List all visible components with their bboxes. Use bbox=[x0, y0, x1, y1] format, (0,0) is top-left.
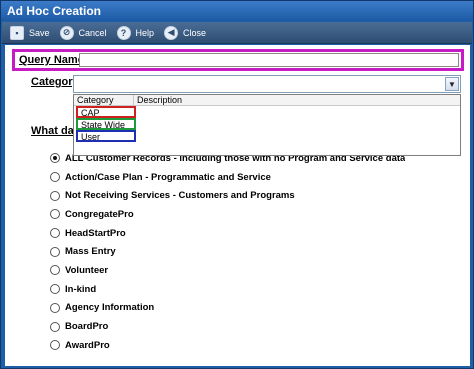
option-volunteer[interactable]: Volunteer bbox=[50, 261, 405, 280]
option-label: Not Receiving Services - Customers and P… bbox=[65, 190, 295, 202]
cancel-label: Cancel bbox=[78, 27, 107, 38]
help-label: Help bbox=[135, 27, 155, 38]
dropdown-item-state-wide[interactable]: State Wide bbox=[76, 118, 136, 130]
query-name-input[interactable] bbox=[79, 53, 459, 67]
option-label: In-kind bbox=[65, 283, 97, 295]
radio-all-customer-records[interactable] bbox=[50, 153, 60, 164]
radio-awardpro[interactable] bbox=[50, 340, 60, 351]
option-action-case-plan[interactable]: Action/Case Plan - Programmatic and Serv… bbox=[50, 168, 405, 187]
radio-boardpro[interactable] bbox=[50, 321, 60, 332]
data-source-options: ALL Customer Records - including those w… bbox=[50, 149, 405, 355]
option-headstartpro[interactable]: HeadStartPro bbox=[50, 224, 405, 243]
dropdown-item-user[interactable]: User bbox=[76, 130, 136, 142]
option-agency-information[interactable]: Agency Information bbox=[50, 299, 405, 318]
radio-congregatepro[interactable] bbox=[50, 209, 60, 220]
radio-volunteer[interactable] bbox=[50, 265, 60, 276]
option-in-kind[interactable]: In-kind bbox=[50, 280, 405, 299]
save-icon: ▪ bbox=[10, 25, 24, 40]
window-title: Ad Hoc Creation bbox=[1, 1, 473, 21]
radio-in-kind[interactable] bbox=[50, 284, 60, 295]
close-arrow-icon: ◀ bbox=[164, 25, 179, 40]
category-dropdown-list: Category Description CAP State Wide User bbox=[73, 94, 461, 156]
radio-mass-entry[interactable] bbox=[50, 246, 60, 257]
option-label: CongregatePro bbox=[65, 208, 134, 220]
option-label: AwardPro bbox=[65, 339, 110, 351]
radio-agency-information[interactable] bbox=[50, 302, 60, 313]
option-awardpro[interactable]: AwardPro bbox=[50, 336, 405, 355]
radio-action-case-plan[interactable] bbox=[50, 172, 60, 183]
column-header-category: Category bbox=[74, 95, 134, 105]
option-label: Action/Case Plan - Programmatic and Serv… bbox=[65, 171, 271, 183]
close-button[interactable]: ◀ Close bbox=[164, 25, 207, 40]
option-mass-entry[interactable]: Mass Entry bbox=[50, 242, 405, 261]
radio-headstartpro[interactable] bbox=[50, 228, 60, 239]
option-label: BoardPro bbox=[65, 321, 109, 333]
close-label: Close bbox=[183, 27, 207, 38]
cancel-button[interactable]: ⊘ Cancel bbox=[59, 25, 107, 40]
form-content: Query Name Category ▼ Category Descripti… bbox=[5, 45, 470, 366]
help-button[interactable]: ? Help bbox=[116, 25, 155, 40]
dropdown-arrow-icon[interactable]: ▼ bbox=[445, 77, 459, 91]
category-select[interactable]: ▼ bbox=[73, 75, 461, 93]
query-name-label: Query Name bbox=[19, 54, 84, 66]
option-label: Volunteer bbox=[65, 264, 109, 276]
ad-hoc-creation-window: Ad Hoc Creation ▪ Save ⊘ Cancel ? Help ◀… bbox=[0, 0, 474, 369]
option-boardpro[interactable]: BoardPro bbox=[50, 317, 405, 336]
column-header-description: Description bbox=[137, 95, 183, 105]
query-name-highlight: Query Name bbox=[12, 49, 464, 71]
save-label: Save bbox=[29, 27, 50, 38]
cancel-icon: ⊘ bbox=[59, 25, 74, 40]
option-label: Agency Information bbox=[65, 302, 155, 314]
option-not-receiving-services[interactable]: Not Receiving Services - Customers and P… bbox=[50, 186, 405, 205]
help-icon: ? bbox=[116, 25, 131, 40]
save-button[interactable]: ▪ Save bbox=[10, 25, 50, 40]
radio-not-receiving-services[interactable] bbox=[50, 190, 60, 201]
option-label: Mass Entry bbox=[65, 246, 116, 258]
toolbar: ▪ Save ⊘ Cancel ? Help ◀ Close bbox=[2, 22, 472, 44]
dropdown-item-cap[interactable]: CAP bbox=[76, 106, 136, 118]
category-label: Category bbox=[31, 76, 79, 88]
option-congregatepro[interactable]: CongregatePro bbox=[50, 205, 405, 224]
option-label: HeadStartPro bbox=[65, 227, 126, 239]
dropdown-header: Category Description bbox=[74, 95, 460, 106]
